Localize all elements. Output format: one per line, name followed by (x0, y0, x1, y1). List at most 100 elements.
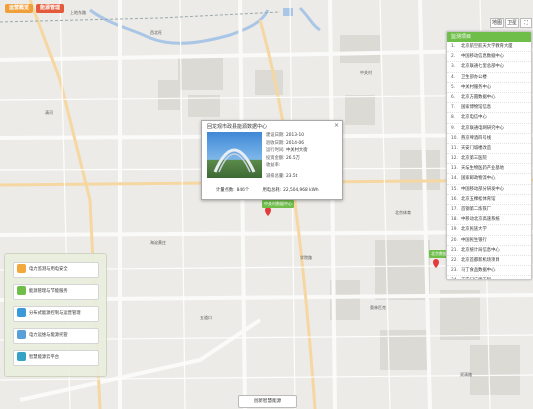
project-list-item[interactable]: 10. 燕京啤酒四号线 (447, 134, 531, 144)
project-list-item[interactable]: 15. 中国移动部分研发中心 (447, 185, 531, 195)
project-label: 天安门城楼改造 (461, 145, 492, 151)
marker-tag[interactable]: 中关村数据中心 (262, 200, 294, 208)
project-list-item[interactable]: 4. 卫生部办公楼 (447, 73, 531, 83)
project-index: 7. (451, 105, 456, 111)
project-label: 国家邮政物流中心 (461, 176, 496, 182)
project-label: 天安门广场工程 (461, 278, 491, 279)
project-label: 北京方圆数据中心 (461, 94, 496, 100)
map-place-label: 双清路 (460, 372, 472, 377)
project-list-item[interactable]: 7. 国家博物馆信息 (447, 103, 531, 114)
popup-summary: 计量点数: 846个 用电总耗: 22,504,968 kWh (216, 187, 340, 193)
project-index: 8. (451, 115, 456, 121)
project-list-item[interactable]: 3. 北京联通七里总部中心 (447, 62, 531, 73)
project-label: 北京五棵松体育馆 (461, 196, 496, 202)
project-index: 11. (451, 145, 458, 151)
project-label: 北京第三医院 (461, 156, 487, 162)
project-label: 北京首都新机场项目 (461, 257, 500, 263)
project-list-item[interactable]: 21. 北京统计局信息中心 (447, 246, 531, 256)
project-list-item[interactable]: 1. 北京航空航天大学教育大厦 (447, 42, 531, 53)
project-list-title: 监测项目 (447, 32, 531, 42)
menu-item-cloud-platform[interactable]: 智慧能源云平台 (13, 350, 99, 366)
project-index: 13. (451, 166, 458, 172)
satellite-type-button[interactable]: 卫星 (505, 18, 520, 28)
project-index: 1. (451, 44, 456, 49)
info-row: 投资金额: 26.5万 (266, 155, 300, 161)
project-list-item[interactable]: 24.天安门广场工程 (447, 276, 531, 279)
project-info-popup: 回龙观市政县能源数据中心 × 建设日期: 2013-10 验收日期: 2014-… (201, 120, 343, 200)
power-total-value: 22,504,968 kWh (283, 188, 319, 193)
project-list-item[interactable]: 5. 中关村服务中心 (447, 83, 531, 93)
project-label: 首钢第二炼铁厂 (461, 207, 492, 212)
project-label: 马丁食品数据中心 (461, 268, 496, 274)
project-label: 中关村服务中心 (461, 84, 492, 90)
project-index: 22. (451, 257, 458, 263)
project-index: 21. (451, 247, 458, 253)
project-index: 5. (451, 84, 456, 90)
map-place-label: 五道口 (200, 315, 212, 320)
project-label: 中国移动信息数据中心 (461, 54, 504, 60)
project-index: 18. (451, 217, 458, 223)
tab-energy-management[interactable]: 能源管理 (36, 4, 65, 13)
map-place-label: 西北旺 (150, 30, 162, 35)
innovation-tab[interactable]: 创新智慧能源 (238, 395, 297, 408)
project-label: 国家博物馆信息 (461, 105, 492, 111)
map-type-button[interactable]: 地图 (490, 18, 505, 28)
project-list-item[interactable]: 16. 北京五棵松体育馆 (447, 195, 531, 205)
project-index: 15. (451, 186, 458, 192)
meter-count-value: 846个 (236, 188, 250, 193)
project-index: 14. (451, 176, 458, 182)
project-index: 20. (451, 237, 458, 243)
project-label: 北京民族大学 (461, 227, 487, 233)
menu-item-operations-hosting[interactable]: 电力运维与能源托管 (13, 328, 99, 344)
operations-icon (17, 330, 26, 339)
project-label: 燕京啤酒四号线 (461, 135, 492, 141)
project-index: 3. (451, 64, 456, 70)
project-list-item[interactable]: 19. 北京民族大学 (447, 225, 531, 236)
project-list-item[interactable]: 23. 马丁食品数据中心 (447, 266, 531, 277)
project-index: 17. (451, 207, 458, 212)
project-list-item[interactable]: 13. 天坛生物医药产业基地 (447, 164, 531, 175)
project-label: 北京联通电网研究中心 (461, 125, 504, 131)
project-list-item[interactable]: 22. 北京首都新机场项目 (447, 256, 531, 267)
project-photo (207, 132, 262, 178)
project-index: 6. (451, 94, 456, 100)
map-place-label: 海淀黄庄 (150, 240, 166, 245)
menu-item-energy-management[interactable]: 能源管理与节能服务 (13, 284, 99, 300)
project-label: 卫生部办公楼 (461, 74, 487, 80)
project-list-item[interactable]: 12. 北京第三医院 (447, 154, 531, 165)
project-index: 2. (451, 54, 456, 60)
project-index: 19. (451, 227, 458, 233)
map-place-label: 学院路 (300, 255, 312, 260)
meter-count-label: 计量点数: (216, 188, 235, 193)
fullscreen-icon[interactable]: ⛶ (520, 18, 533, 28)
project-label: 天坛生物医药产业基地 (461, 166, 504, 172)
project-index: 16. (451, 196, 458, 202)
menu-item-power-monitoring[interactable]: 电力监测与用电安全 (13, 262, 99, 278)
project-list-item[interactable]: 18. 中移动北京高速系统 (447, 215, 531, 226)
project-label: 中国民生银行 (461, 237, 487, 243)
map-place-label: 清河 (45, 110, 53, 115)
project-index: 24. (451, 276, 461, 279)
project-list-item[interactable]: 8. 北京电信中心 (447, 113, 531, 124)
power-total-label: 用电总耗: (262, 188, 282, 193)
info-row: 验收日期: 2014-06 (266, 140, 304, 146)
project-list-item[interactable]: 17. 首钢第二炼铁厂 (447, 205, 531, 216)
project-list-item[interactable]: 2. 中国移动信息数据中心 (447, 52, 531, 63)
project-list-item[interactable]: 20. 中国民生银行 (447, 236, 531, 246)
project-list-item[interactable]: 9. 北京联通电网研究中心 (447, 124, 531, 134)
project-list-item[interactable]: 11. 天安门城楼改造 (447, 144, 531, 155)
project-label: 北京统计局信息中心 (461, 247, 500, 253)
project-list-panel: 监测项目 1. 北京航空航天大学教育大厦 2. 中国移动信息数据中心 3. 北京联通七里总… (446, 31, 532, 280)
project-list-item[interactable]: 14. 国家邮政物流中心 (447, 174, 531, 185)
map-place-label: 北京体育 (395, 210, 411, 215)
project-label: 中国移动部分研发中心 (461, 186, 504, 192)
map-place-label: 奥林匹克 (370, 305, 386, 310)
project-list-item[interactable]: 6. 北京方圆数据中心 (447, 93, 531, 104)
menu-item-distributed-energy[interactable]: 分布式能源控制与运营管理 (13, 306, 99, 322)
project-label: 北京电信中心 (461, 115, 487, 121)
project-index: 23. (451, 268, 458, 274)
tab-operations-overview[interactable]: 运营概览 (5, 4, 34, 13)
project-index: 10. (451, 135, 458, 141)
close-icon[interactable]: × (334, 122, 339, 129)
energy-icon (17, 286, 26, 295)
